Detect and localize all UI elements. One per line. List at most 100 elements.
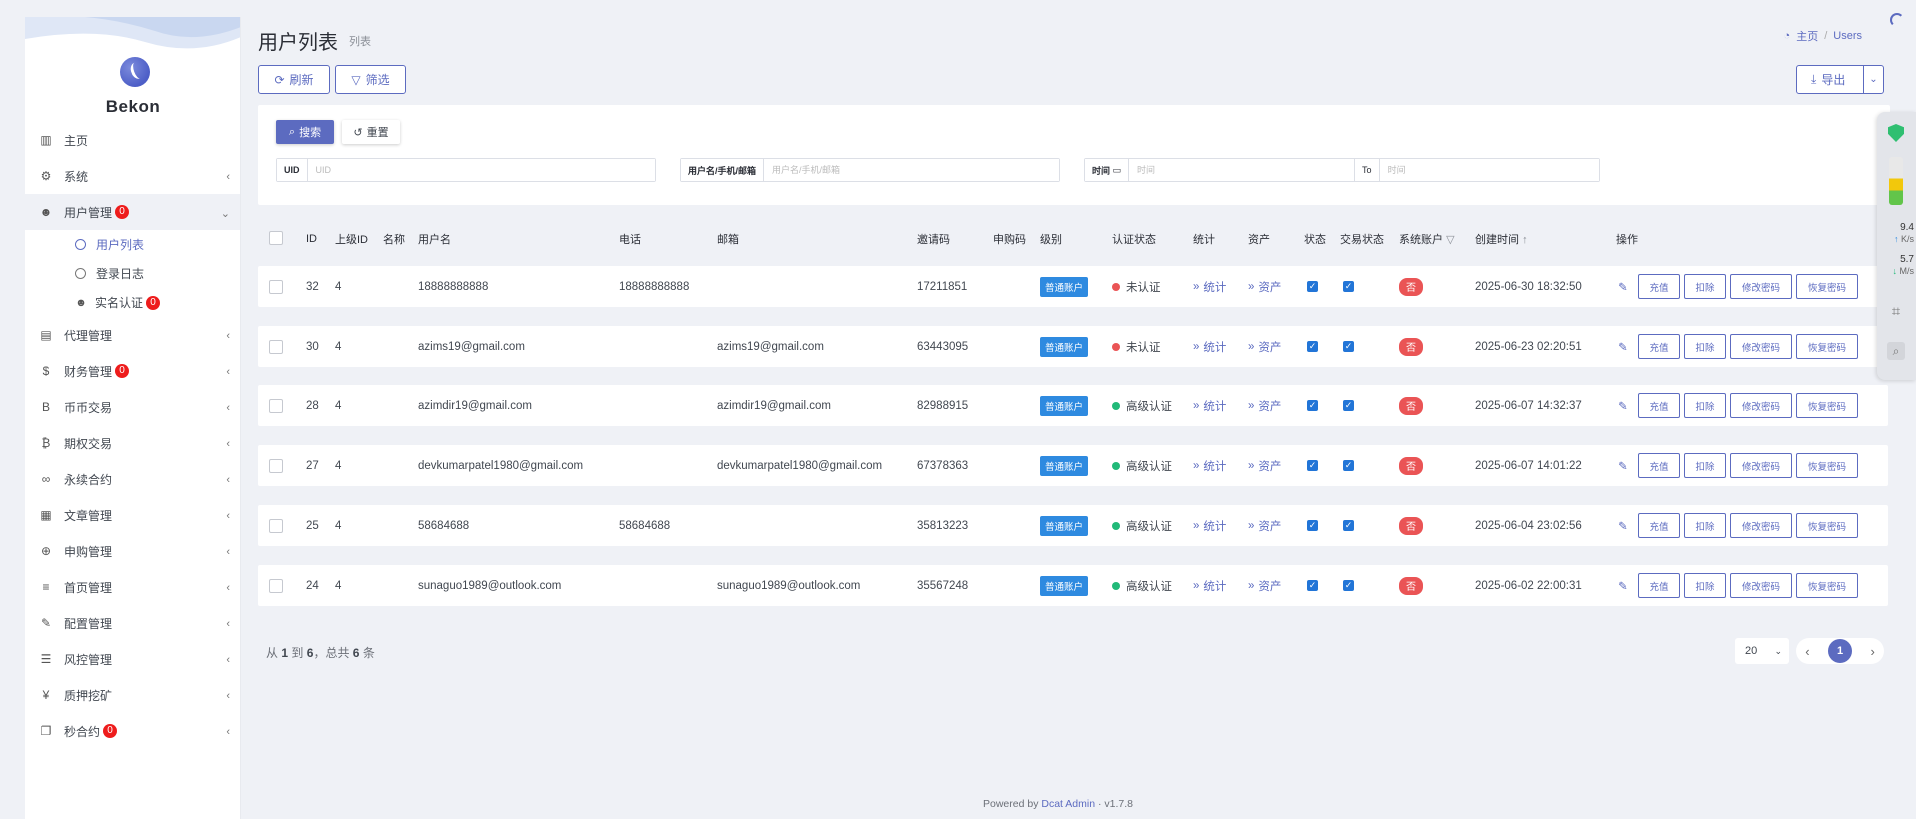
- status-checkbox[interactable]: ✓: [1307, 385, 1318, 426]
- assets-link[interactable]: » 资产: [1248, 565, 1281, 606]
- sidebar-item[interactable]: ▦ 文章管理 ‹: [25, 497, 240, 533]
- submenu-item[interactable]: ☻ 实名认证 0: [25, 288, 240, 317]
- col-status[interactable]: 状态: [1304, 231, 1326, 247]
- sidebar-item[interactable]: ☻ 用户管理 0 ⌄: [25, 194, 240, 230]
- sidebar-item[interactable]: ₿ 期权交易 ‹: [25, 425, 240, 461]
- col-invite[interactable]: 邀请码: [917, 231, 950, 247]
- time-end-input[interactable]: [1379, 159, 1599, 181]
- sidebar-item[interactable]: ¥ 质押挖矿 ‹: [25, 677, 240, 713]
- reset-password-button[interactable]: 恢复密码: [1796, 334, 1858, 359]
- submenu-item[interactable]: 登录日志: [25, 259, 240, 288]
- search-button[interactable]: ⌕ 搜索: [276, 120, 334, 144]
- next-page-icon[interactable]: ›: [1870, 644, 1874, 659]
- col-name[interactable]: 名称: [383, 231, 405, 247]
- refresh-button[interactable]: ⟳ 刷新: [258, 65, 330, 94]
- assets-link[interactable]: » 资产: [1248, 445, 1281, 486]
- row-checkbox[interactable]: [269, 385, 283, 426]
- trade-status-checkbox[interactable]: ✓: [1343, 266, 1354, 307]
- submenu-item[interactable]: 用户列表: [25, 230, 240, 259]
- breadcrumb-home-link[interactable]: 主页: [1796, 28, 1818, 44]
- assets-link[interactable]: » 资产: [1248, 266, 1281, 307]
- status-checkbox[interactable]: ✓: [1307, 445, 1318, 486]
- col-phone[interactable]: 电话: [619, 231, 641, 247]
- deduct-button[interactable]: 扣除: [1684, 274, 1726, 299]
- col-subscribe[interactable]: 申购码: [993, 231, 1026, 247]
- trade-status-checkbox[interactable]: ✓: [1343, 565, 1354, 606]
- trade-status-checkbox[interactable]: ✓: [1343, 385, 1354, 426]
- edit-icon[interactable]: ✎: [1618, 385, 1628, 426]
- stats-link[interactable]: » 统计: [1193, 445, 1226, 486]
- reset-password-button[interactable]: 恢复密码: [1796, 453, 1858, 478]
- row-checkbox[interactable]: [269, 565, 283, 606]
- row-checkbox[interactable]: [269, 326, 283, 367]
- edit-icon[interactable]: ✎: [1618, 326, 1628, 367]
- recharge-button[interactable]: 充值: [1638, 573, 1680, 598]
- reset-password-button[interactable]: 恢复密码: [1796, 513, 1858, 538]
- col-parent-id[interactable]: 上级ID: [335, 231, 368, 247]
- sidebar-item[interactable]: ❐ 秒合约 0 ‹: [25, 713, 240, 749]
- stats-link[interactable]: » 统计: [1193, 505, 1226, 546]
- recharge-button[interactable]: 充值: [1638, 453, 1680, 478]
- change-password-button[interactable]: 修改密码: [1730, 334, 1792, 359]
- sidebar-item[interactable]: ▥ 主页: [25, 122, 240, 158]
- col-trade-status[interactable]: 交易状态: [1340, 231, 1384, 247]
- change-password-button[interactable]: 修改密码: [1730, 453, 1792, 478]
- edit-icon[interactable]: ✎: [1618, 266, 1628, 307]
- per-page-select[interactable]: 20 ⌄: [1735, 638, 1789, 664]
- change-password-button[interactable]: 修改密码: [1730, 513, 1792, 538]
- col-verify[interactable]: 认证状态: [1112, 231, 1156, 247]
- edit-icon[interactable]: ✎: [1618, 505, 1628, 546]
- shield-icon[interactable]: [1888, 124, 1904, 142]
- brand-logo-icon[interactable]: [120, 57, 150, 87]
- breadcrumb-current[interactable]: Users: [1833, 30, 1862, 42]
- search-icon[interactable]: ⌕: [1887, 342, 1905, 360]
- sidebar-item[interactable]: $ 财务管理 0 ‹: [25, 353, 240, 389]
- trade-status-checkbox[interactable]: ✓: [1343, 326, 1354, 367]
- assets-link[interactable]: » 资产: [1248, 385, 1281, 426]
- page-number-current[interactable]: 1: [1828, 639, 1852, 663]
- crop-icon[interactable]: ⌗: [1887, 302, 1905, 320]
- row-checkbox[interactable]: [269, 505, 283, 546]
- chevron-down-icon[interactable]: ⌄: [1863, 66, 1883, 93]
- change-password-button[interactable]: 修改密码: [1730, 274, 1792, 299]
- deduct-button[interactable]: 扣除: [1684, 334, 1726, 359]
- sidebar-item[interactable]: ⊕ 申购管理 ‹: [25, 533, 240, 569]
- stats-link[interactable]: » 统计: [1193, 266, 1226, 307]
- select-all-checkbox[interactable]: [269, 230, 283, 248]
- stats-link[interactable]: » 统计: [1193, 326, 1226, 367]
- edit-icon[interactable]: ✎: [1618, 445, 1628, 486]
- deduct-button[interactable]: 扣除: [1684, 393, 1726, 418]
- trade-status-checkbox[interactable]: ✓: [1343, 505, 1354, 546]
- assets-link[interactable]: » 资产: [1248, 326, 1281, 367]
- assets-link[interactable]: » 资产: [1248, 505, 1281, 546]
- sidebar-item[interactable]: ▤ 代理管理 ‹: [25, 317, 240, 353]
- uid-input[interactable]: [307, 159, 655, 181]
- user-input[interactable]: [764, 159, 1059, 181]
- recharge-button[interactable]: 充值: [1638, 334, 1680, 359]
- deduct-button[interactable]: 扣除: [1684, 453, 1726, 478]
- status-checkbox[interactable]: ✓: [1307, 326, 1318, 367]
- status-checkbox[interactable]: ✓: [1307, 565, 1318, 606]
- sidebar-item[interactable]: ∞ 永续合约 ‹: [25, 461, 240, 497]
- sidebar-item[interactable]: ≡ 首页管理 ‹: [25, 569, 240, 605]
- brand-name[interactable]: Bekon: [25, 97, 240, 117]
- reset-password-button[interactable]: 恢复密码: [1796, 573, 1858, 598]
- stats-link[interactable]: » 统计: [1193, 565, 1226, 606]
- export-button[interactable]: ⤓ 导出 ⌄: [1796, 65, 1884, 94]
- status-checkbox[interactable]: ✓: [1307, 266, 1318, 307]
- col-username[interactable]: 用户名: [418, 231, 451, 247]
- stats-link[interactable]: » 统计: [1193, 385, 1226, 426]
- reset-password-button[interactable]: 恢复密码: [1796, 393, 1858, 418]
- col-system-account[interactable]: 系统账户 ▽: [1399, 231, 1455, 247]
- sidebar-item[interactable]: B 币币交易 ‹: [25, 389, 240, 425]
- row-checkbox[interactable]: [269, 445, 283, 486]
- col-created[interactable]: 创建时间 ↑: [1475, 231, 1528, 247]
- time-start-input[interactable]: [1129, 159, 1355, 181]
- edit-icon[interactable]: ✎: [1618, 565, 1628, 606]
- sidebar-item[interactable]: ⚙ 系统 ‹: [25, 158, 240, 194]
- col-email[interactable]: 邮箱: [717, 231, 739, 247]
- trade-status-checkbox[interactable]: ✓: [1343, 445, 1354, 486]
- recharge-button[interactable]: 充值: [1638, 393, 1680, 418]
- row-checkbox[interactable]: [269, 266, 283, 307]
- recharge-button[interactable]: 充值: [1638, 513, 1680, 538]
